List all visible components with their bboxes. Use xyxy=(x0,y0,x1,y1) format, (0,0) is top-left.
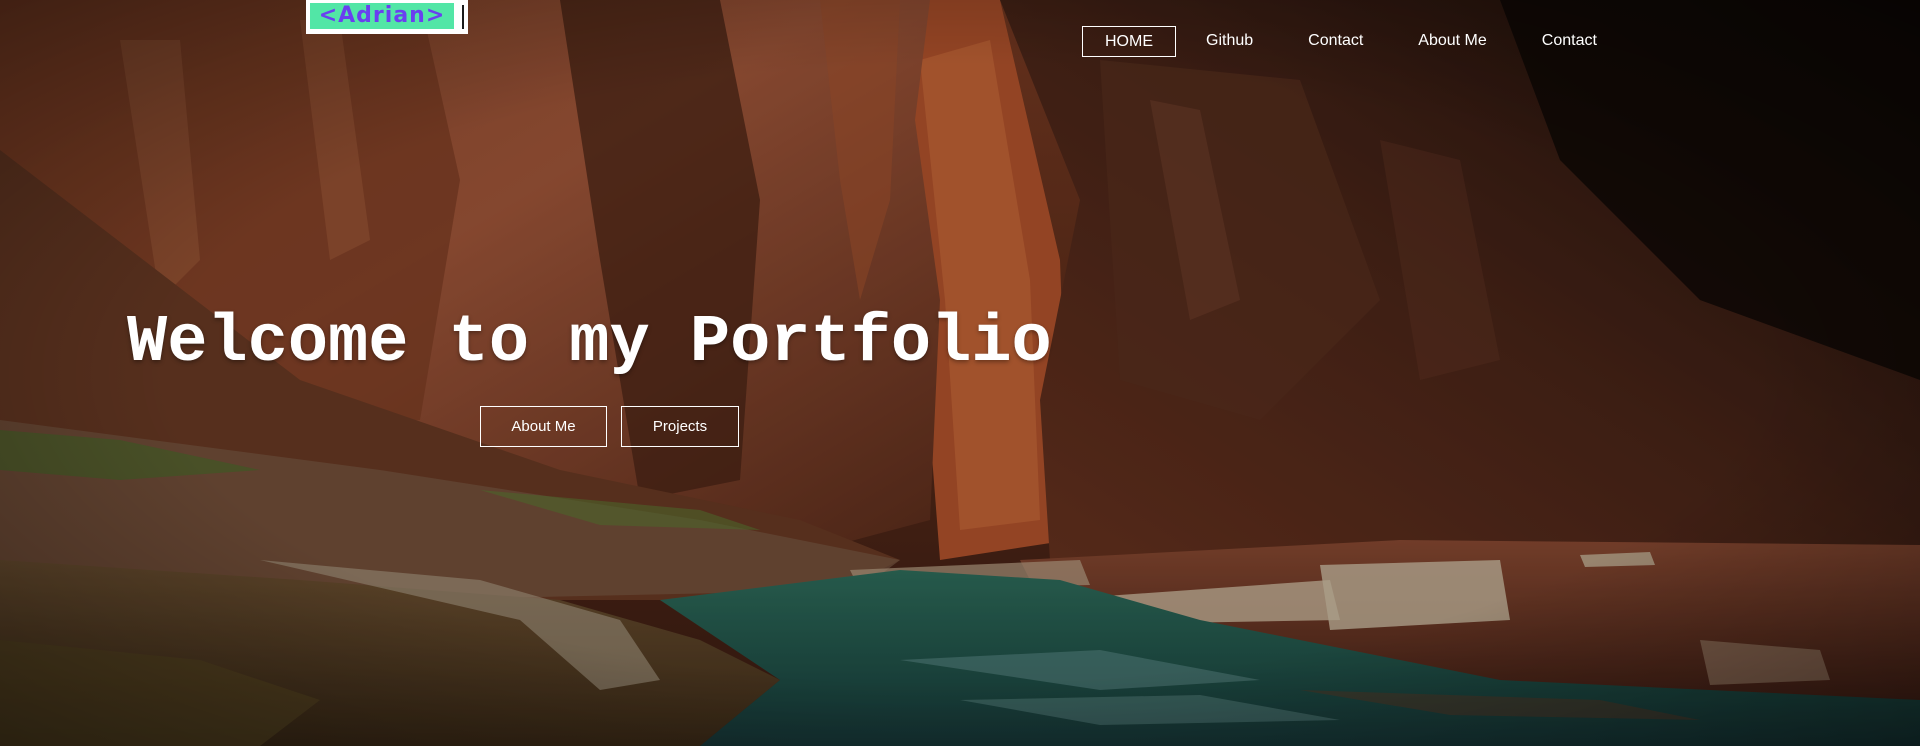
logo-link[interactable]: <Adrian> xyxy=(306,0,468,34)
nav-item-home[interactable]: HOME xyxy=(1082,25,1176,57)
nav-item-about-me[interactable]: About Me xyxy=(1418,26,1486,56)
main-nav: HOME Github Contact About Me Contact xyxy=(1082,25,1597,57)
nav-item-contact[interactable]: Contact xyxy=(1308,26,1363,56)
logo-text: <Adrian> xyxy=(318,3,446,28)
logo-cursor-bar xyxy=(462,5,464,29)
about-me-button[interactable]: About Me xyxy=(480,406,607,447)
hero-title: Welcome to my Portfolio xyxy=(127,305,1052,381)
projects-button[interactable]: Projects xyxy=(621,406,739,447)
nav-item-github[interactable]: Github xyxy=(1206,26,1253,56)
logo-badge: <Adrian> xyxy=(310,3,454,29)
nav-item-contact-secondary[interactable]: Contact xyxy=(1542,26,1597,56)
